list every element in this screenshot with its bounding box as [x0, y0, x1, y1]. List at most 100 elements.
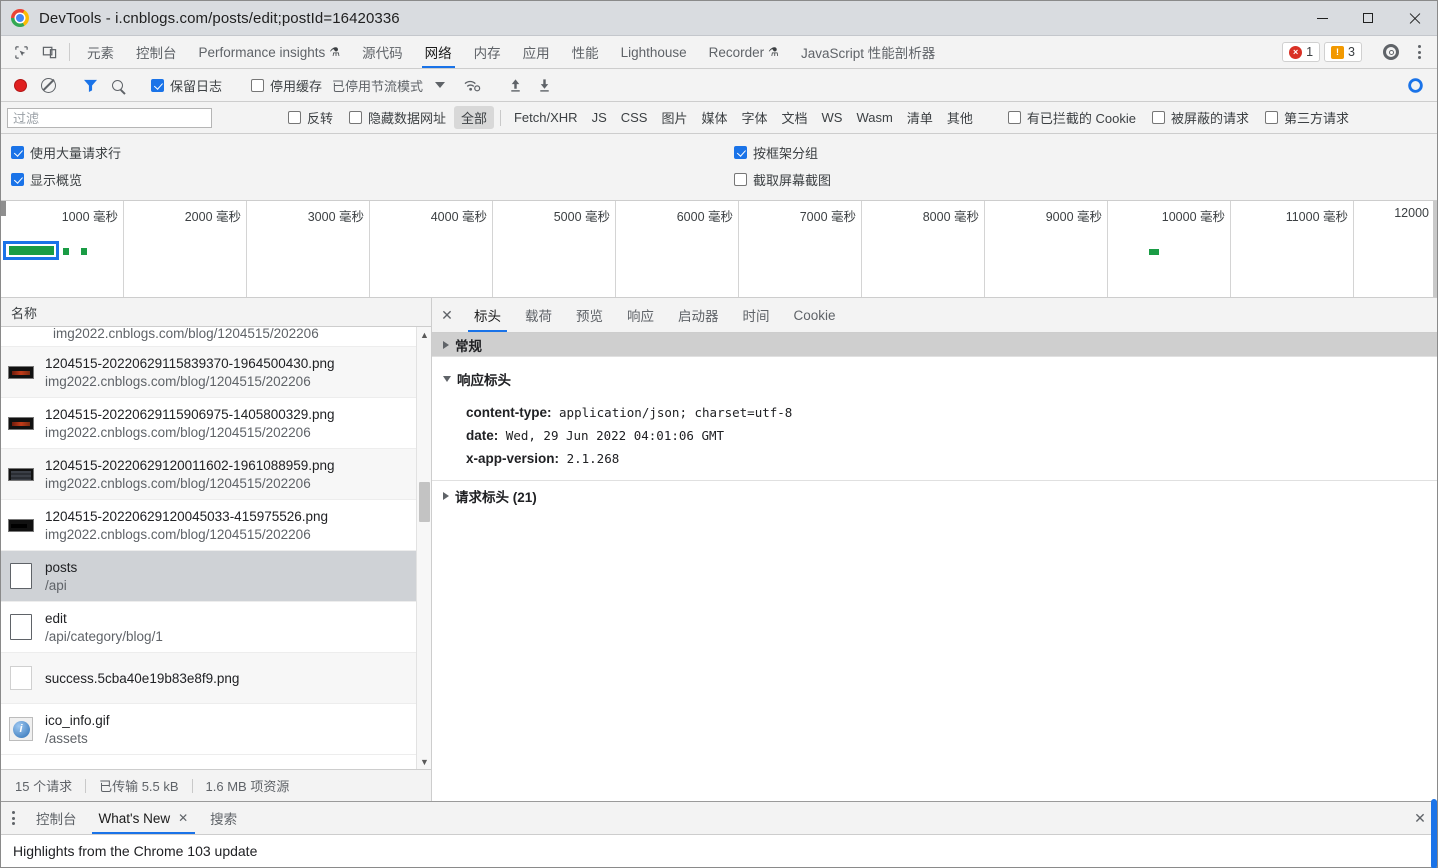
whats-new-headline: Highlights from the Chrome 103 update — [13, 843, 258, 859]
window-controls — [1299, 1, 1437, 36]
list-item[interactable]: 1204515-20220629120045033-415975526.png … — [1, 500, 431, 551]
filter-chip-doc[interactable]: 文档 — [775, 106, 815, 129]
drawer-kebab-icon[interactable] — [1, 802, 25, 834]
tab-sources[interactable]: 源代码 — [351, 36, 414, 68]
network-overview-timeline[interactable]: 1000 毫秒 2000 毫秒 3000 毫秒 4000 毫秒 5000 毫秒 … — [1, 201, 1437, 298]
document-icon — [7, 562, 35, 590]
overview-gridlines: 1000 毫秒 2000 毫秒 3000 毫秒 4000 毫秒 5000 毫秒 … — [1, 201, 1437, 297]
network-conditions-icon[interactable] — [457, 73, 488, 97]
hide-data-urls-checkbox[interactable]: 隐藏数据网址 — [341, 108, 454, 127]
overview-right-scrollbar[interactable] — [1433, 201, 1437, 297]
tab-lighthouse[interactable]: Lighthouse — [610, 36, 698, 68]
tab-timing[interactable]: 时间 — [731, 298, 782, 332]
section-general[interactable]: 常规 — [432, 333, 1437, 357]
drawer-tab-console[interactable]: 控制台 — [25, 802, 88, 834]
maximize-button[interactable] — [1345, 1, 1391, 36]
tab-label: 控制台 — [136, 46, 177, 61]
close-tab-icon[interactable]: ✕ — [178, 811, 188, 825]
list-item[interactable]: 1204515-20220629115906975-1405800329.png… — [1, 398, 431, 449]
capture-screenshots-checkbox[interactable]: 截取屏幕截图 — [734, 170, 831, 189]
overview-tick-label: 11000 毫秒 — [1285, 210, 1348, 224]
list-item[interactable]: i ico_info.gif /assets — [1, 704, 431, 755]
request-list-scrollbar[interactable]: ▲ ▼ — [416, 327, 431, 769]
request-name: 1204515-20220629115906975-1405800329.png — [45, 406, 335, 422]
tab-application[interactable]: 应用 — [512, 36, 561, 68]
filter-chip-fetch-xhr[interactable]: Fetch/XHR — [507, 108, 585, 127]
list-item-selected[interactable]: posts /api — [1, 551, 431, 602]
invert-checkbox[interactable]: 反转 — [280, 108, 341, 127]
drawer-tab-whats-new[interactable]: What's New ✕ — [88, 802, 200, 834]
group-by-frame-checkbox[interactable]: 按框架分组 — [734, 143, 818, 162]
inspect-element-icon[interactable] — [7, 36, 35, 68]
section-request-headers[interactable]: 请求标头 (21) — [432, 481, 1437, 511]
show-overview-checkbox[interactable]: 显示概览 — [11, 170, 82, 189]
section-response-headers[interactable]: 响应标头 — [432, 367, 1437, 391]
tab-payload[interactable]: 载荷 — [513, 298, 564, 332]
close-button[interactable] — [1391, 1, 1437, 36]
list-item[interactable]: 1204515-20220629115839370-1964500430.png… — [1, 347, 431, 398]
tab-memory[interactable]: 内存 — [463, 36, 512, 68]
record-button[interactable] — [7, 73, 34, 97]
gear-icon[interactable] — [1377, 44, 1405, 60]
filter-chip-media[interactable]: 媒体 — [694, 106, 734, 129]
filter-chip-ws[interactable]: WS — [815, 108, 850, 127]
clear-network-log-icon[interactable] — [34, 73, 63, 97]
tab-console[interactable]: 控制台 — [125, 36, 188, 68]
chevron-down-icon[interactable] — [423, 73, 457, 97]
drawer-resize-indicator[interactable] — [1431, 799, 1437, 868]
blocked-requests-checkbox[interactable]: 被屏蔽的请求 — [1144, 108, 1257, 127]
tab-label: 源代码 — [362, 46, 403, 61]
list-item[interactable]: img2022.cnblogs.com/blog/1204515/202206 — [1, 327, 431, 347]
drawer-tab-search[interactable]: 搜索 — [199, 802, 248, 834]
list-item[interactable]: success.5cba40e19b83e8f9.png — [1, 653, 431, 704]
import-har-icon[interactable] — [501, 73, 530, 97]
list-item[interactable]: 1204515-20220629120011602-1961088959.png… — [1, 449, 431, 500]
scroll-up-arrow[interactable]: ▲ — [417, 327, 431, 342]
kebab-menu-icon[interactable] — [1405, 45, 1433, 59]
tab-recorder[interactable]: Recorder ⚗ — [698, 36, 790, 68]
blocked-cookies-checkbox[interactable]: 有已拦截的 Cookie — [1000, 108, 1144, 127]
filter-funnel-icon[interactable] — [76, 73, 105, 97]
tab-preview[interactable]: 预览 — [564, 298, 615, 332]
minimize-button[interactable] — [1299, 1, 1345, 36]
device-toolbar-icon[interactable] — [35, 36, 63, 68]
filter-chip-all[interactable]: 全部 — [453, 106, 494, 129]
overview-left-handle[interactable] — [1, 201, 6, 216]
filter-chip-manifest[interactable]: 清单 — [900, 106, 940, 129]
search-input[interactable]: 过滤 — [7, 107, 212, 128]
tab-initiator[interactable]: 启动器 — [666, 298, 731, 332]
flask-icon: ⚗ — [768, 45, 779, 59]
tab-performance-insights[interactable]: Performance insights ⚗ — [188, 36, 352, 68]
third-party-checkbox[interactable]: 第三方请求 — [1257, 108, 1357, 127]
export-har-icon[interactable] — [530, 73, 559, 97]
filter-chip-other[interactable]: 其他 — [940, 106, 980, 129]
big-request-rows-checkbox[interactable]: 使用大量请求行 — [11, 143, 121, 162]
error-count-badge[interactable]: × 1 — [1282, 42, 1321, 62]
header-value: application/json; charset=utf-8 — [559, 405, 793, 420]
scrollbar-thumb[interactable] — [419, 482, 430, 522]
tab-response[interactable]: 响应 — [615, 298, 666, 332]
preserve-log-checkbox[interactable]: 保留日志 — [143, 76, 230, 95]
search-icon[interactable] — [105, 73, 130, 97]
filter-chip-font[interactable]: 字体 — [735, 106, 775, 129]
tab-network[interactable]: 网络 — [414, 36, 463, 68]
warning-count-badge[interactable]: ! 3 — [1324, 42, 1362, 62]
overview-tick-label: 6000 毫秒 — [676, 210, 733, 224]
network-settings-gear-icon[interactable] — [1400, 73, 1431, 97]
request-list[interactable]: img2022.cnblogs.com/blog/1204515/202206 … — [1, 327, 431, 769]
tab-cookies[interactable]: Cookie — [782, 298, 848, 332]
tab-javascript-profiler[interactable]: JavaScript 性能剖析器 — [790, 36, 946, 68]
filter-chip-css[interactable]: CSS — [614, 108, 655, 127]
close-detail-icon[interactable]: ✕ — [432, 298, 462, 332]
tab-elements[interactable]: 元素 — [76, 36, 125, 68]
tab-performance[interactable]: 性能 — [561, 36, 610, 68]
throttling-label[interactable]: 已停用节流模式 — [330, 76, 423, 95]
tab-headers[interactable]: 标头 — [462, 298, 513, 332]
filter-chip-js[interactable]: JS — [585, 108, 614, 127]
scroll-down-arrow[interactable]: ▼ — [417, 754, 431, 769]
filter-chip-wasm[interactable]: Wasm — [849, 108, 899, 127]
filter-chip-img[interactable]: 图片 — [654, 106, 694, 129]
overview-tick-label: 2000 毫秒 — [184, 210, 241, 224]
list-item[interactable]: edit /api/category/blog/1 — [1, 602, 431, 653]
disable-cache-checkbox[interactable]: 停用缓存 — [243, 76, 330, 95]
